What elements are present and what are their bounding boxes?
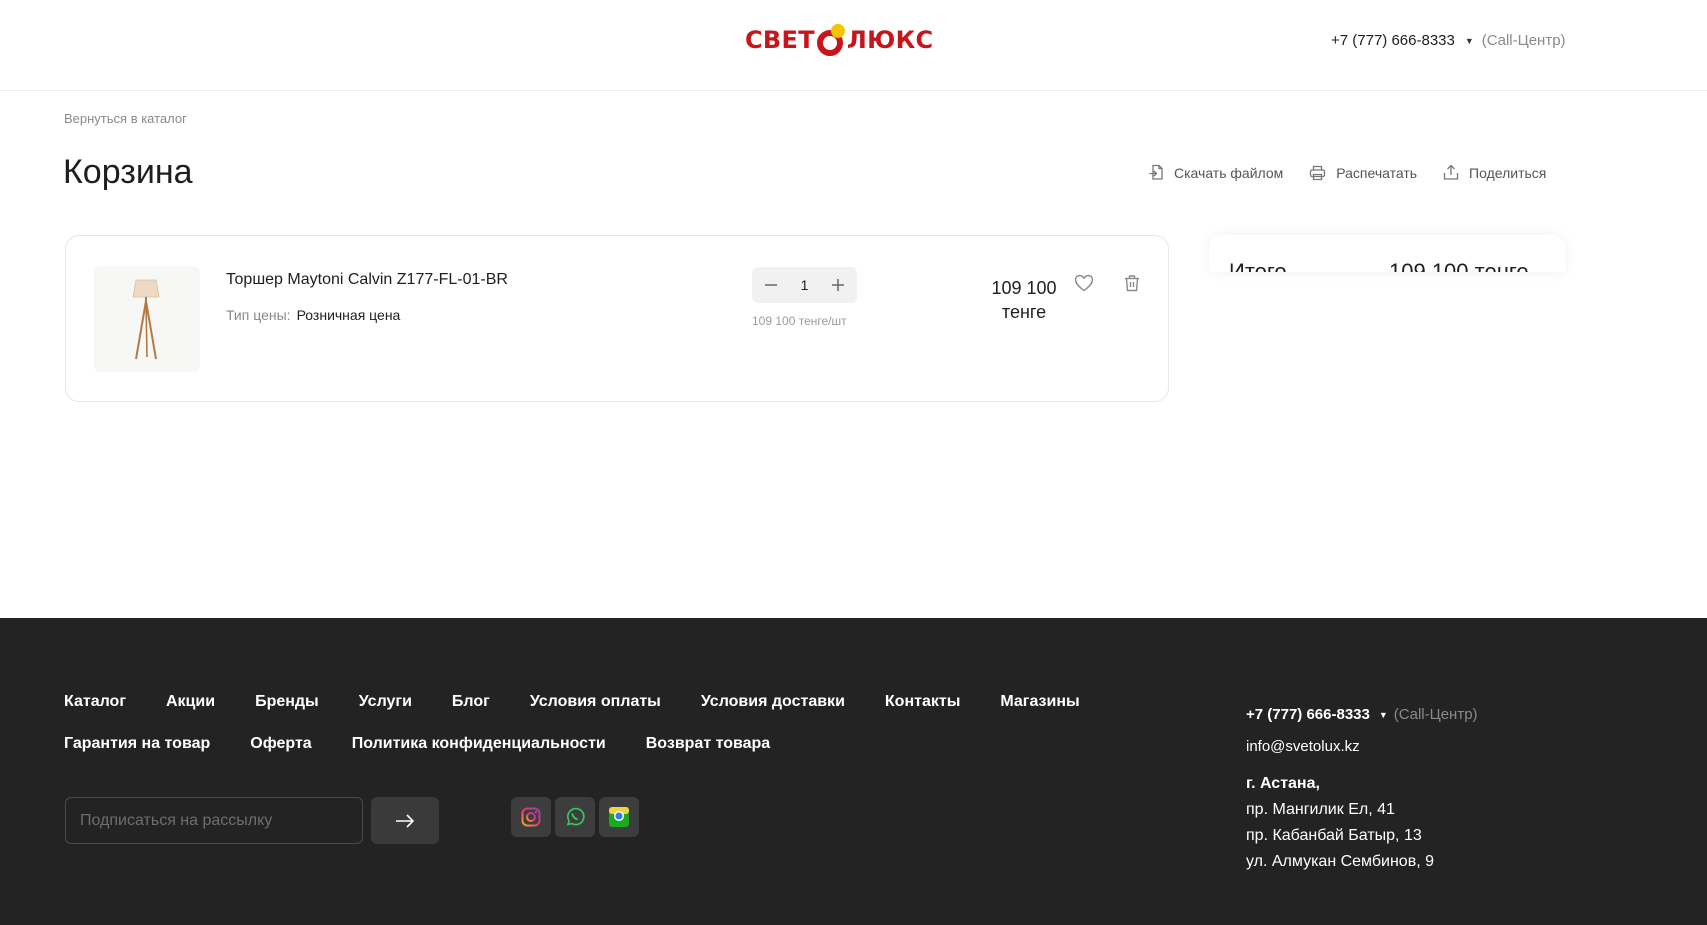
footer-link-contacts[interactable]: Контакты (885, 693, 960, 711)
footer-link-brands[interactable]: Бренды (255, 693, 319, 711)
instagram-icon (521, 807, 541, 827)
footer-contacts: +7 (777) 666-8333 ▼ (Call-Центр) info@sv… (1246, 706, 1478, 875)
footer-phone-dropdown[interactable]: +7 (777) 666-8333 ▼ (Call-Центр) (1246, 706, 1478, 723)
footer-nav-row-1: Каталог Акции Бренды Услуги Блог Условия… (64, 693, 1120, 711)
price-type-value: Розничная цена (296, 307, 401, 323)
site-logo[interactable]: СВЕТ ЛЮКС (745, 22, 933, 58)
caret-down-icon[interactable]: ▼ (1465, 36, 1474, 46)
plus-icon (831, 279, 844, 291)
header-phone-number[interactable]: +7 (777) 666-8333 (1331, 32, 1455, 49)
summary-total-amount: 109 100 тенге (1389, 259, 1529, 272)
decrease-quantity-button[interactable] (760, 274, 782, 296)
footer-link-stores[interactable]: Магазины (1000, 693, 1079, 711)
print-label: Распечатать (1336, 164, 1418, 181)
footer-nav-row-2: Гарантия на товар Оферта Политика конфид… (64, 735, 810, 753)
summary-total-label: Итого (1229, 259, 1287, 272)
footer-city: г. Астана, (1246, 775, 1320, 792)
footer-link-warranty[interactable]: Гарантия на товар (64, 735, 210, 753)
footer-link-offer[interactable]: Оферта (250, 735, 311, 753)
printer-icon (1310, 165, 1326, 180)
cart-item: Торшер Maytoni Calvin Z177-FL-01-BR Тип … (65, 235, 1169, 402)
back-to-catalog-link[interactable]: Вернуться в каталог (64, 111, 187, 126)
footer-address-line: пр. Мангилик Ел, 41 (1246, 801, 1395, 818)
instagram-link[interactable] (511, 797, 551, 837)
cart-actions: Скачать файлом Распечатать Поделиться (1148, 164, 1546, 181)
order-summary-card: Итого 109 100 тенге (1209, 235, 1565, 272)
download-file-label: Скачать файлом (1174, 164, 1284, 181)
minus-icon (765, 284, 777, 286)
quantity-stepper: 1 (752, 267, 857, 303)
item-total-amount: 109 100 (991, 278, 1057, 298)
trash-icon (1125, 275, 1139, 292)
footer-link-catalog[interactable]: Каталог (64, 693, 126, 711)
add-to-favorites-button[interactable] (1074, 274, 1094, 297)
map-icon (609, 807, 629, 827)
caret-down-icon[interactable]: ▼ (1379, 710, 1388, 720)
footer-link-promotions[interactable]: Акции (166, 693, 215, 711)
footer-phone-number[interactable]: +7 (777) 666-8333 (1246, 706, 1370, 723)
heart-icon (1074, 274, 1094, 292)
item-total-currency: тенге (1001, 302, 1047, 322)
print-button[interactable]: Распечатать (1309, 165, 1417, 181)
whatsapp-icon (566, 807, 585, 826)
footer-link-blog[interactable]: Блог (452, 693, 490, 711)
page-title: Корзина (63, 153, 193, 191)
newsletter-email-input[interactable] (65, 797, 363, 844)
footer-link-services[interactable]: Услуги (359, 693, 412, 711)
header-phone-dropdown[interactable]: +7 (777) 666-8333 ▼ (Call-Центр) (1331, 32, 1566, 49)
footer-link-returns[interactable]: Возврат товара (646, 735, 770, 753)
increase-quantity-button[interactable] (827, 274, 849, 296)
share-label: Поделиться (1469, 164, 1547, 181)
price-type: Тип цены: Розничная цена (226, 307, 400, 323)
quantity-value[interactable]: 1 (801, 277, 809, 293)
logo-text-right: ЛЮКС (846, 26, 934, 54)
arrow-right-icon (396, 813, 415, 828)
remove-item-button[interactable] (1123, 274, 1141, 297)
unit-price: 109 100 тенге/шт (752, 314, 847, 328)
site-header: СВЕТ ЛЮКС +7 (777) 666-8333 ▼ (Call-Цент… (0, 0, 1707, 91)
footer-address-line: пр. Кабанбай Батыр, 13 (1246, 827, 1422, 844)
2gis-map-link[interactable] (599, 797, 639, 837)
header-phone-label: (Call-Центр) (1481, 32, 1566, 49)
footer-addresses: г. Астана, пр. Мангилик Ел, 41 пр. Кабан… (1246, 771, 1478, 875)
footer-phone-label: (Call-Центр) (1393, 706, 1478, 723)
product-name[interactable]: Торшер Maytoni Calvin Z177-FL-01-BR (226, 271, 508, 289)
footer-link-delivery-terms[interactable]: Условия доставки (701, 693, 845, 711)
share-icon (1443, 164, 1459, 180)
newsletter-submit-button[interactable] (371, 797, 439, 844)
logo-text-left: СВЕТ (745, 26, 815, 54)
footer-address-line: ул. Алмукан Сембинов, 9 (1246, 853, 1434, 870)
download-file-button[interactable]: Скачать файлом (1148, 164, 1283, 181)
product-image[interactable] (94, 266, 200, 372)
site-footer: Каталог Акции Бренды Услуги Блог Условия… (0, 618, 1707, 925)
whatsapp-link[interactable] (555, 797, 595, 837)
footer-email[interactable]: info@svetolux.kz (1246, 738, 1478, 755)
price-type-label: Тип цены: (226, 307, 291, 323)
footer-link-payment-terms[interactable]: Условия оплаты (530, 693, 661, 711)
share-button[interactable]: Поделиться (1443, 164, 1546, 181)
logo-sun-icon (816, 23, 845, 56)
item-total: 109 100 тенге (956, 276, 1092, 324)
download-file-icon (1149, 164, 1163, 180)
social-links (511, 797, 643, 837)
footer-link-privacy[interactable]: Политика конфиденциальности (352, 735, 606, 753)
